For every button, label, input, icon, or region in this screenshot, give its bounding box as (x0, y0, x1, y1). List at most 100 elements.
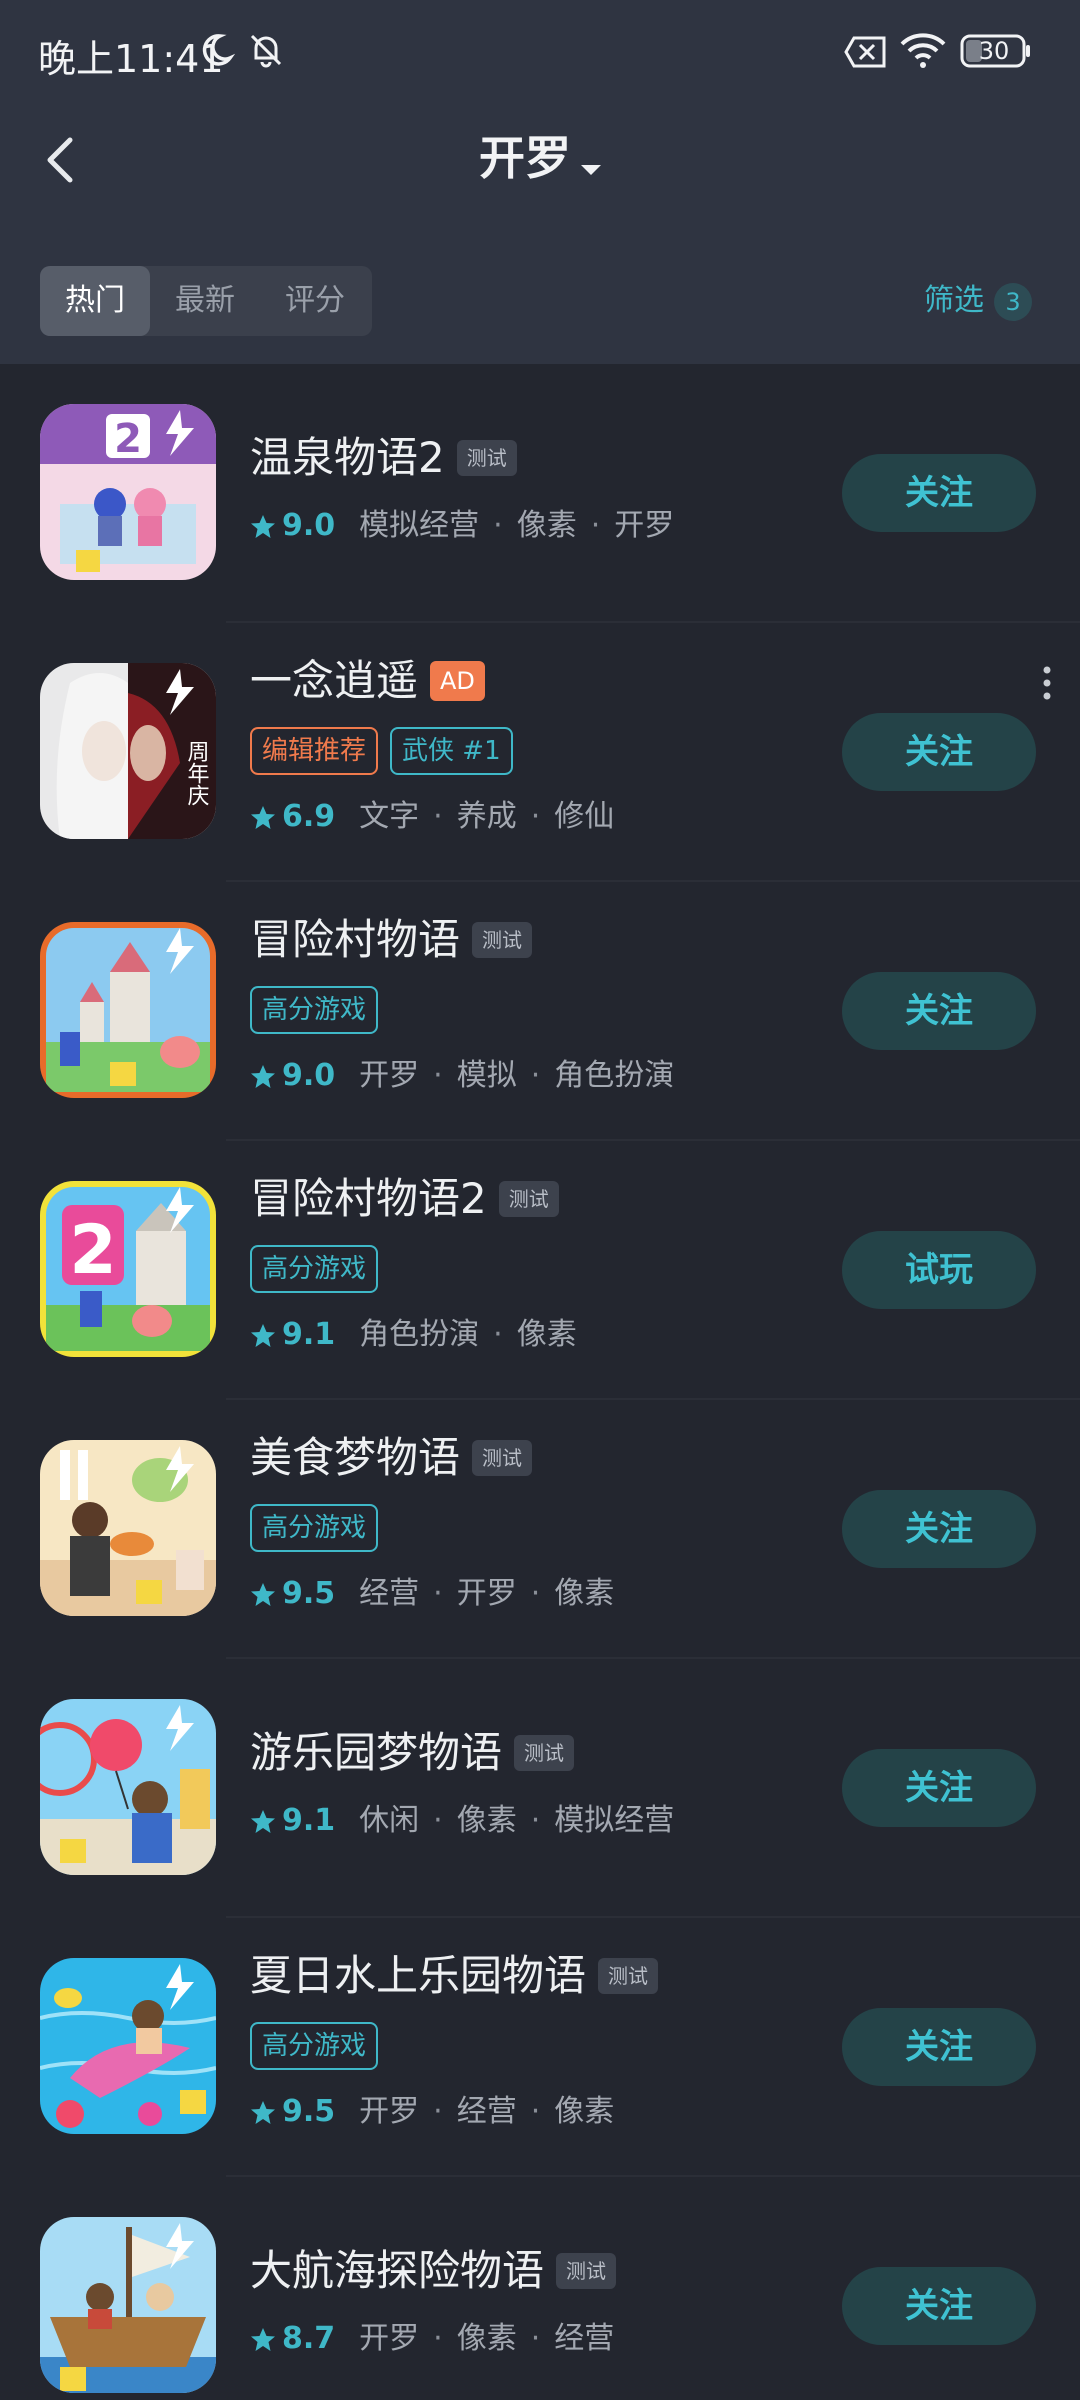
hot-spring-icon: 2 (40, 404, 216, 580)
tab-hot[interactable]: 热门 (40, 266, 150, 336)
genre-tag: 像素 (554, 1576, 615, 1611)
genre-tag: 开罗 (359, 1058, 420, 1093)
balloon-park-icon (40, 1699, 216, 1875)
game-row[interactable]: 2 冒险村物语2 测试 高分游戏 9.1 角色扮演 · 像素 试玩 (0, 1141, 1080, 1400)
svg-text:周年庆: 周年庆 (184, 740, 210, 806)
separator-dot: · (493, 1317, 503, 1352)
filter-label: 筛选 (924, 283, 984, 318)
genre-tag: 开罗 (456, 1576, 517, 1611)
separator-dot: · (530, 1058, 541, 1093)
game-meta: 8.7 开罗 · 像素 · 经营 (250, 2317, 614, 2361)
follow-button[interactable]: 关注 (842, 713, 1036, 791)
game-row[interactable]: 冒险村物语 测试 高分游戏 9.0 开罗 · 模拟 · 角色扮演 关注 (0, 882, 1080, 1141)
svg-text:2: 2 (114, 416, 142, 462)
game-tags: 高分游戏 (250, 1245, 390, 1293)
high-score-tag: 高分游戏 (250, 986, 379, 1034)
game-row[interactable]: 游乐园梦物语 测试 9.1 休闲 · 像素 · 模拟经营 关注 (0, 1659, 1080, 1918)
separator-dot: · (530, 2321, 541, 2356)
separator-dot: · (433, 799, 443, 834)
follow-button[interactable]: 关注 (842, 2267, 1036, 2345)
separator-dot: · (530, 799, 541, 834)
test-badge: 测试 (472, 1440, 533, 1476)
genre-tag: 像素 (456, 2321, 517, 2356)
tab-rating[interactable]: 评分 (260, 266, 370, 336)
castle-village-icon (40, 922, 216, 1098)
rank-tag: 武侠 #1 (390, 727, 513, 775)
game-tags: 高分游戏 (250, 1504, 390, 1552)
genre-tag: 养成 (456, 799, 517, 834)
try-play-button[interactable]: 试玩 (842, 1231, 1036, 1309)
genre-tag: 休闲 (359, 1803, 420, 1838)
game-title-line: 游乐园梦物语 测试 (250, 1725, 575, 1781)
game-tags: 高分游戏 (250, 986, 390, 1034)
genre-tag: 修仙 (554, 799, 615, 834)
game-name: 一念逍遥 (250, 656, 419, 705)
cultivator-portrait-icon: 周年庆 (40, 663, 216, 839)
star-icon (251, 805, 275, 829)
game-rating: 9.5 (282, 2094, 336, 2129)
genre-tag: 文字 (359, 799, 420, 834)
bell-muted-icon (250, 34, 282, 68)
game-rating: 9.5 (282, 1576, 336, 1611)
follow-button[interactable]: 关注 (842, 1749, 1036, 1827)
follow-button[interactable]: 关注 (842, 2008, 1036, 2086)
castle-village-2-icon: 2 (40, 1181, 216, 1357)
game-name: 美食梦物语 (250, 1433, 461, 1482)
game-title-line: 大航海探险物语 测试 (250, 2243, 617, 2299)
game-row[interactable]: 大航海探险物语 测试 8.7 开罗 · 像素 · 经营 关注 (0, 2177, 1080, 2400)
game-row[interactable]: 周年庆 一念逍遥 AD 编辑推荐 武侠 #1 6.9 文字 · 养成 · 修仙 关注 (0, 623, 1080, 882)
genre-tag: 模拟经营 (554, 1803, 675, 1838)
star-icon (251, 1064, 275, 1088)
pirate-ship-icon (40, 2217, 216, 2393)
genre-tag: 像素 (516, 1317, 577, 1352)
genre-tag: 像素 (554, 2094, 615, 2129)
status-bar: 晚上11:41 30 (0, 0, 1080, 104)
sort-tabs: 热门 最新 评分 (40, 266, 372, 336)
separator-dot: · (433, 1803, 443, 1838)
genre-tag: 经营 (359, 1576, 420, 1611)
game-name: 冒险村物语 (250, 915, 461, 964)
test-badge: 测试 (498, 1181, 559, 1217)
test-badge: 测试 (456, 440, 517, 476)
follow-button[interactable]: 关注 (842, 454, 1036, 532)
game-rating: 6.9 (282, 799, 336, 834)
game-tags: 编辑推荐 武侠 #1 (250, 727, 525, 775)
game-title-line: 冒险村物语 测试 (250, 912, 533, 968)
game-name: 温泉物语2 (250, 433, 445, 482)
game-name: 游乐园梦物语 (250, 1728, 503, 1777)
genre-tag: 角色扮演 (359, 1317, 480, 1352)
filter-count-badge: 3 (994, 282, 1032, 321)
separator-dot: · (590, 508, 601, 543)
ad-badge: AD (430, 661, 485, 701)
genre-tag: 像素 (516, 508, 577, 543)
separator-dot: · (530, 2094, 541, 2129)
separator-dot: · (433, 1576, 443, 1611)
star-icon (251, 2100, 275, 2124)
game-rating: 9.1 (282, 1803, 336, 1838)
genre-tag: 模拟 (456, 1058, 517, 1093)
chef-icon (40, 1440, 216, 1616)
game-row[interactable]: 夏日水上乐园物语 测试 高分游戏 9.5 开罗 · 经营 · 像素 关注 (0, 1918, 1080, 2177)
game-row[interactable]: 美食梦物语 测试 高分游戏 9.5 经营 · 开罗 · 像素 关注 (0, 1400, 1080, 1659)
game-meta: 9.1 休闲 · 像素 · 模拟经营 (250, 1799, 674, 1843)
high-score-tag: 高分游戏 (250, 2022, 379, 2070)
separator-dot: · (433, 2094, 443, 2129)
page-title: 开罗 (479, 131, 571, 185)
category-title-dropdown[interactable]: 开罗 (440, 126, 640, 190)
more-options-icon[interactable] (1040, 665, 1054, 701)
follow-button[interactable]: 关注 (842, 972, 1036, 1050)
moon-icon (202, 34, 236, 66)
test-badge: 测试 (472, 922, 533, 958)
game-tags: 高分游戏 (250, 2022, 390, 2070)
follow-button[interactable]: 关注 (842, 1490, 1036, 1568)
genre-tag: 角色扮演 (554, 1058, 675, 1093)
separator-dot: · (493, 508, 503, 543)
game-row[interactable]: 2 温泉物语2 测试 9.0 模拟经营 · 像素 · 开罗 关注 (0, 364, 1080, 623)
game-meta: 9.1 角色扮演 · 像素 (250, 1313, 577, 1357)
filter-button[interactable]: 筛选 3 (924, 276, 1032, 326)
genre-tag: 开罗 (359, 2321, 420, 2356)
genre-tag: 像素 (456, 1803, 517, 1838)
back-icon[interactable] (40, 132, 84, 188)
star-icon (251, 2327, 275, 2351)
tab-latest[interactable]: 最新 (150, 266, 260, 336)
